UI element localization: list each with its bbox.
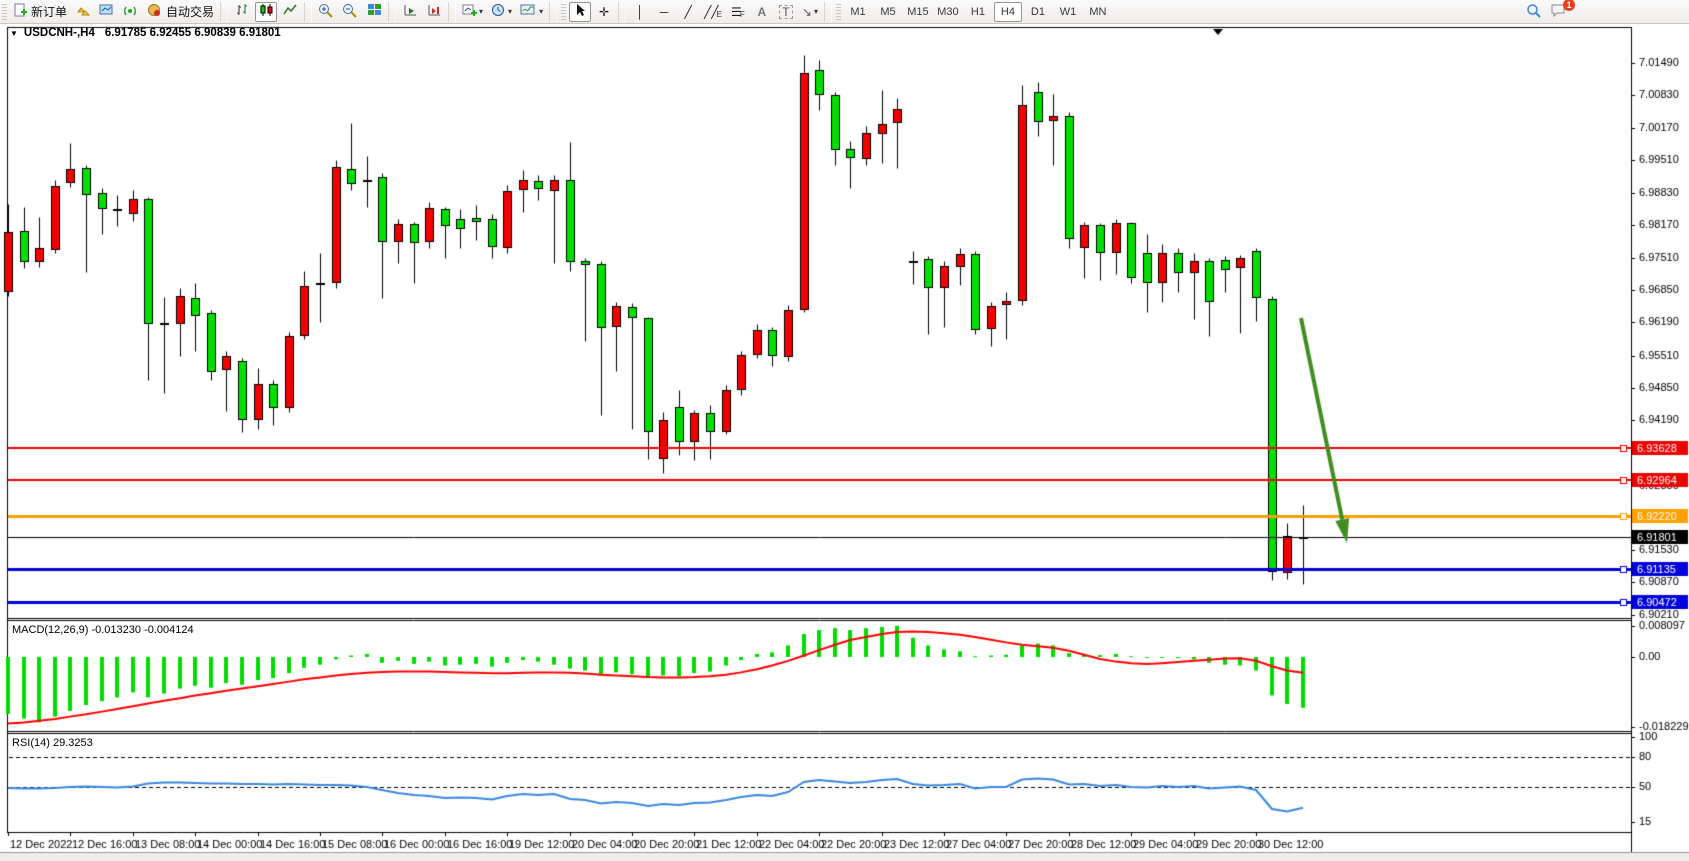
toolbar-separator	[448, 2, 456, 22]
toolbar-separator	[304, 2, 312, 22]
main-toolbar: 新订单 自动交易	[0, 0, 1689, 24]
trendline-tool-button[interactable]: ╱	[677, 2, 699, 22]
auto-trading-label: 自动交易	[166, 3, 214, 20]
signals-button[interactable]	[120, 2, 142, 22]
indicators-button[interactable]: ▾	[517, 2, 546, 22]
line-chart-icon	[283, 3, 298, 20]
profiles-button[interactable]: ▾	[488, 2, 515, 22]
timeframe-mn-button[interactable]: MN	[1084, 2, 1112, 22]
zoom-in-button[interactable]	[315, 2, 337, 22]
line-chart-button[interactable]	[279, 2, 301, 22]
text-tool-icon: A	[758, 6, 767, 18]
chevron-down-icon: ▾	[508, 7, 512, 16]
clock-icon	[491, 3, 506, 20]
tile-windows-button[interactable]	[363, 2, 385, 22]
search-button[interactable]	[1523, 2, 1545, 22]
text-label-icon: T	[779, 5, 792, 19]
crosshair-icon: ✛	[599, 6, 609, 18]
toolbar-separator	[388, 2, 396, 22]
toolbar-drag-handle[interactable]	[836, 4, 841, 20]
timeframe-m15-button[interactable]: M15	[904, 2, 932, 22]
fibonacci-letter: F	[740, 10, 745, 19]
candlestick-chart-icon	[259, 3, 274, 20]
text-label-tool-button[interactable]: T	[775, 2, 797, 22]
new-order-label: 新订单	[31, 3, 67, 20]
signal-icon	[123, 3, 139, 20]
channel-tool-button[interactable]: ╱╱ E	[701, 2, 725, 22]
chart-shift-icon	[427, 3, 442, 20]
search-icon	[1526, 3, 1542, 21]
toolbar-separator	[220, 2, 228, 22]
vertical-line-tool-button[interactable]: │	[629, 2, 651, 22]
indicators-icon	[520, 3, 537, 20]
timeframe-m1-button[interactable]: M1	[844, 2, 872, 22]
text-tool-button[interactable]: A	[751, 2, 773, 22]
auto-trading-button[interactable]: 自动交易	[144, 2, 217, 22]
arrows-tool-icon: ↘	[802, 6, 812, 18]
price-chart-canvas[interactable]	[0, 0, 1689, 861]
trading-terminal-window: 新订单 自动交易	[0, 0, 1689, 861]
new-chart-icon	[462, 3, 477, 20]
terminal-button[interactable]	[96, 2, 118, 22]
gold-icon	[75, 3, 91, 20]
toolbar-separator	[618, 2, 626, 22]
new-order-button[interactable]: 新订单	[10, 2, 70, 22]
bar-chart-button[interactable]	[231, 2, 253, 22]
trendline-icon: ╱	[684, 6, 691, 18]
horizontal-line-tool-button[interactable]: ─	[653, 2, 675, 22]
timeframe-h4-button[interactable]: H4	[994, 2, 1022, 22]
chart-shift-button[interactable]	[423, 2, 445, 22]
new-chart-button[interactable]: ▾	[459, 2, 486, 22]
vertical-line-icon: │	[636, 6, 644, 18]
cursor-icon	[574, 3, 587, 20]
timeframe-m5-button[interactable]: M5	[874, 2, 902, 22]
terminal-icon	[99, 3, 115, 20]
toolbar-drag-handle[interactable]	[2, 4, 7, 20]
chevron-down-icon: ▾	[539, 7, 543, 16]
crosshair-tool-button[interactable]: ✛	[593, 2, 615, 22]
bar-chart-icon	[235, 3, 250, 20]
timeframe-m30-button[interactable]: M30	[934, 2, 962, 22]
auto-trading-icon	[147, 3, 163, 20]
timeframe-w1-button[interactable]: W1	[1054, 2, 1082, 22]
timeframe-h1-button[interactable]: H1	[964, 2, 992, 22]
notifications-button[interactable]: 1	[1547, 2, 1570, 22]
symbol-period-label: USDCNH-,H4	[24, 27, 95, 39]
toolbar-drag-handle[interactable]	[561, 4, 566, 20]
cursor-tool-button[interactable]	[569, 2, 591, 22]
zoom-out-button[interactable]	[339, 2, 361, 22]
zoom-in-icon	[318, 3, 334, 21]
zoom-out-icon	[342, 3, 358, 21]
timeframe-d1-button[interactable]: D1	[1024, 2, 1052, 22]
chart-title: ▼ USDCNH-,H4 6.91785 6.92455 6.90839 6.9…	[10, 27, 281, 39]
horizontal-line-icon: ─	[660, 6, 669, 18]
collapse-icon[interactable]: ▼	[10, 29, 18, 38]
new-order-icon	[13, 3, 28, 21]
auto-scroll-button[interactable]	[399, 2, 421, 22]
auto-scroll-icon	[403, 3, 418, 20]
ohlc-values-label: 6.91785 6.92455 6.90839 6.91801	[105, 27, 281, 39]
toolbar-separator	[549, 2, 557, 22]
channel-letter: E	[717, 10, 722, 19]
chevron-down-icon: ▾	[814, 7, 818, 16]
fibonacci-tool-button[interactable]: ☰ F	[727, 2, 749, 22]
market-watch-button[interactable]	[72, 2, 94, 22]
rsi-indicator-label: RSI(14) 29.3253	[12, 737, 93, 749]
toolbar-separator	[824, 2, 832, 22]
notification-badge: 1	[1563, 0, 1575, 11]
chevron-down-icon: ▾	[479, 7, 483, 16]
tile-windows-icon	[367, 3, 382, 20]
arrows-tool-button[interactable]: ↘ ▾	[799, 2, 821, 22]
macd-indicator-label: MACD(12,26,9) -0.013230 -0.004124	[12, 624, 194, 636]
candlestick-chart-button[interactable]	[255, 2, 277, 22]
